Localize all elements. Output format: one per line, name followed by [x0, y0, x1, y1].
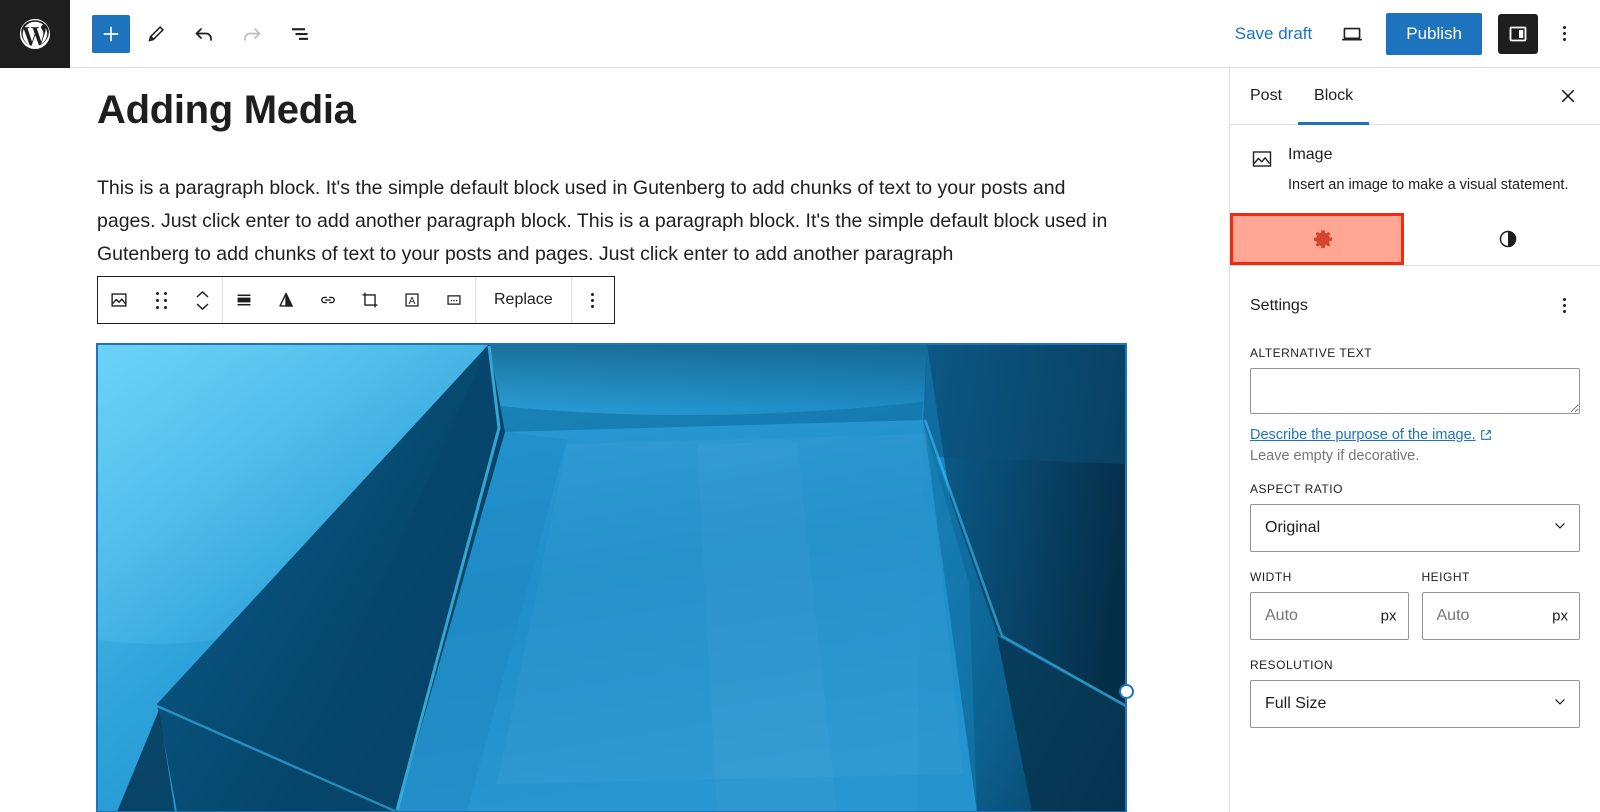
top-bar-more-options-icon[interactable]	[1546, 12, 1582, 56]
top-bar-right-tools: Save draft Publish	[1223, 12, 1600, 56]
block-info-card: Image Insert an image to make a visual s…	[1230, 125, 1600, 200]
publish-button[interactable]: Publish	[1386, 12, 1482, 55]
block-toolbar-group-options	[570, 277, 614, 323]
editor-canvas: Adding Media This is a paragraph block. …	[0, 68, 1229, 812]
resolution-label: Resolution	[1250, 657, 1334, 672]
alt-text-label: Alternative Text	[1250, 345, 1373, 360]
redo-arrow-icon[interactable]	[230, 12, 274, 56]
settings-tab[interactable]	[1230, 214, 1415, 265]
image-block-selected[interactable]	[96, 343, 1134, 812]
settings-heading: Settings	[1250, 296, 1308, 314]
svg-text:A: A	[409, 296, 416, 307]
text-align-triangle-icon[interactable]	[265, 277, 307, 323]
block-settings-sidebar: Post Block Image Insert an image to make…	[1229, 68, 1600, 812]
styles-tab[interactable]	[1415, 214, 1600, 265]
replace-button[interactable]: Replace	[476, 291, 571, 309]
more-ellipsis-box-icon[interactable]	[433, 277, 475, 323]
sidebar-scroll-region: Image Insert an image to make a visual s…	[1230, 125, 1600, 812]
settings-panel-header: Settings	[1230, 266, 1600, 328]
aspect-ratio-select[interactable]: Original	[1250, 503, 1580, 552]
height-input[interactable]	[1421, 591, 1580, 640]
link-icon[interactable]	[307, 277, 349, 323]
block-options-kebab-icon[interactable]	[572, 277, 614, 323]
add-block-button[interactable]	[92, 14, 130, 53]
editor-top-bar: Save draft Publish	[0, 0, 1600, 68]
blue-armchair-photo	[97, 344, 1126, 812]
wordpress-block-editor: Save draft Publish Adding Media This is …	[0, 0, 1600, 812]
alt-text-note: Leave empty if decorative.	[1250, 447, 1420, 464]
paragraph-block[interactable]: This is a paragraph block. It's the simp…	[97, 172, 1127, 271]
describe-image-link[interactable]: Describe the purpose of the image.	[1250, 427, 1492, 443]
close-icon[interactable]	[1550, 78, 1586, 114]
add-text-over-image-icon[interactable]: A	[391, 277, 433, 323]
crop-icon[interactable]	[349, 277, 391, 323]
kebab-menu-icon	[1562, 26, 1566, 41]
block-toolbar-group-block	[98, 277, 222, 323]
undo-arrow-icon[interactable]	[182, 12, 226, 56]
drag-handle-icon[interactable]	[140, 277, 182, 323]
image-block-icon[interactable]	[98, 277, 140, 323]
settings-more-options-icon[interactable]	[1546, 284, 1582, 328]
align-full-width-icon[interactable]	[223, 277, 265, 323]
tab-block[interactable]: Block	[1298, 68, 1370, 125]
image-resize-handle-right[interactable]	[1119, 684, 1134, 699]
block-info-text: Image Insert an image to make a visual s…	[1288, 145, 1568, 196]
sidebar-tabs: Post Block	[1230, 68, 1600, 125]
width-field: Width px	[1250, 570, 1409, 640]
list-view-icon[interactable]	[278, 12, 322, 56]
image-block-icon	[1250, 147, 1274, 196]
width-input-wrap: px	[1250, 591, 1409, 640]
block-toolbar: A Replace	[97, 276, 615, 324]
resolution-select-wrap: Full Size	[1250, 679, 1580, 728]
move-up-down-icon[interactable]	[182, 277, 222, 323]
block-toolbar-group-format: A	[222, 277, 475, 323]
wordpress-logo-icon[interactable]	[0, 0, 70, 68]
width-label: Width	[1250, 569, 1292, 584]
page-title[interactable]: Adding Media	[97, 88, 1127, 133]
alt-text-field: Alternative Text	[1230, 346, 1600, 414]
aspect-ratio-select-wrap: Original	[1250, 503, 1580, 552]
external-link-icon	[1480, 429, 1491, 440]
aspect-ratio-field: Aspect Ratio Original	[1230, 482, 1600, 552]
sidebar-subtabs	[1230, 212, 1600, 266]
alt-text-input[interactable]	[1250, 367, 1580, 414]
laptop-preview-icon[interactable]	[1330, 12, 1374, 56]
aspect-ratio-label: Aspect Ratio	[1250, 481, 1343, 496]
block-title: Image	[1288, 146, 1333, 163]
tab-post[interactable]: Post	[1234, 68, 1298, 124]
contrast-half-circle-icon	[1499, 231, 1516, 248]
resolution-field: Resolution Full Size	[1230, 658, 1600, 728]
sidebar-panel-icon[interactable]	[1498, 13, 1538, 54]
dimensions-row: Width px Height px	[1230, 570, 1600, 640]
tools-pencil-icon[interactable]	[134, 12, 178, 56]
block-toolbar-group-replace: Replace	[475, 277, 571, 323]
resolution-select[interactable]: Full Size	[1250, 679, 1580, 728]
height-input-wrap: px	[1421, 591, 1580, 640]
save-draft-button[interactable]: Save draft	[1223, 16, 1325, 52]
top-bar-left-tools	[70, 12, 322, 56]
height-label: Height	[1421, 569, 1470, 584]
alt-text-help: Describe the purpose of the image. Leave…	[1230, 426, 1600, 464]
describe-image-link-label: Describe the purpose of the image.	[1250, 426, 1476, 443]
block-description: Insert an image to make a visual stateme…	[1288, 176, 1569, 193]
height-field: Height px	[1421, 569, 1580, 640]
width-input[interactable]	[1250, 591, 1409, 640]
